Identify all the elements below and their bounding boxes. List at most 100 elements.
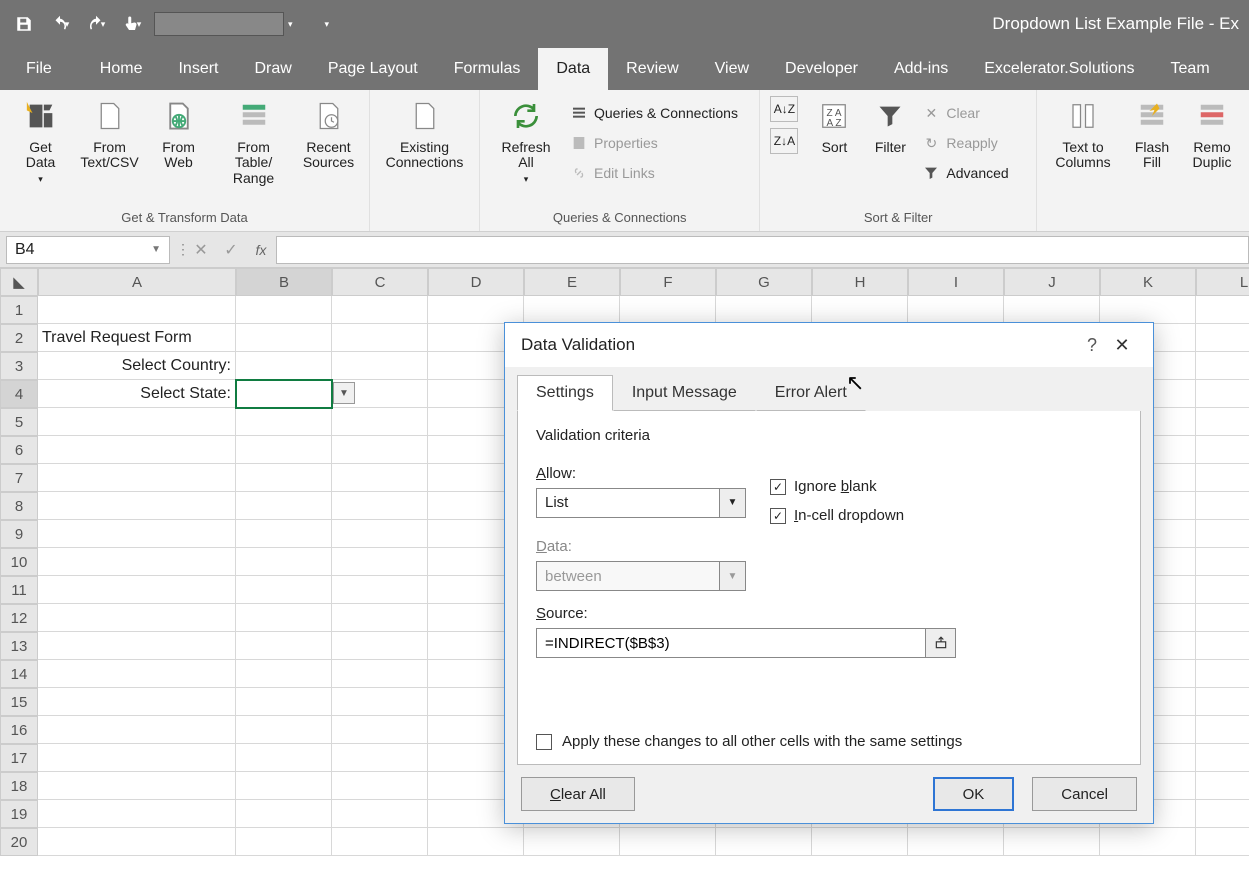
cancel-formula-icon[interactable]: ✕	[186, 240, 216, 260]
row-header-11[interactable]: 11	[0, 576, 38, 604]
properties-button[interactable]: Properties	[570, 130, 738, 156]
cell-B4-active[interactable]: ▼	[236, 380, 332, 408]
chevron-down-icon[interactable]: ▼	[151, 244, 161, 255]
cell[interactable]	[332, 744, 428, 772]
filter-button[interactable]: Filter	[866, 96, 914, 155]
cell[interactable]	[1196, 744, 1249, 772]
cell[interactable]	[236, 548, 332, 576]
row-header-19[interactable]: 19	[0, 800, 38, 828]
reapply-button[interactable]: ↻Reapply	[922, 130, 1008, 156]
cell[interactable]	[236, 632, 332, 660]
cell[interactable]	[236, 576, 332, 604]
tab-draw[interactable]: Draw	[236, 48, 309, 90]
cell[interactable]	[1196, 716, 1249, 744]
cell[interactable]	[1196, 688, 1249, 716]
tab-settings[interactable]: Settings	[517, 375, 613, 411]
tab-home[interactable]: Home	[82, 48, 161, 90]
cell[interactable]	[812, 296, 908, 324]
col-header-C[interactable]: C	[332, 268, 428, 296]
cell[interactable]	[524, 828, 620, 856]
cell[interactable]	[38, 436, 236, 464]
cell[interactable]	[332, 296, 428, 324]
existing-connections-button[interactable]: Existing Connections	[380, 96, 469, 171]
row-header-14[interactable]: 14	[0, 660, 38, 688]
cell[interactable]	[1196, 800, 1249, 828]
refresh-all-button[interactable]: Refresh All▾	[490, 96, 562, 185]
tab-developer[interactable]: Developer	[767, 48, 876, 90]
tab-input-message[interactable]: Input Message	[613, 375, 756, 411]
tab-formulas[interactable]: Formulas	[436, 48, 539, 90]
cell[interactable]	[332, 520, 428, 548]
cell[interactable]	[716, 296, 812, 324]
cell[interactable]	[908, 296, 1004, 324]
cell[interactable]	[1196, 296, 1249, 324]
cell[interactable]	[1196, 828, 1249, 856]
allow-select[interactable]: List▼	[536, 488, 746, 518]
col-header-A[interactable]: A	[38, 268, 236, 296]
qat-dropdown-caret-icon[interactable]: ▾	[288, 19, 293, 30]
tab-excelerator[interactable]: Excelerator.Solutions	[966, 48, 1152, 90]
row-header-15[interactable]: 15	[0, 688, 38, 716]
cell[interactable]	[236, 828, 332, 856]
from-table-range-button[interactable]: From Table/ Range	[217, 96, 290, 186]
cell[interactable]	[236, 436, 332, 464]
row-header-8[interactable]: 8	[0, 492, 38, 520]
cell[interactable]	[332, 548, 428, 576]
row-header-10[interactable]: 10	[0, 548, 38, 576]
cell[interactable]	[1196, 660, 1249, 688]
row-header-6[interactable]: 6	[0, 436, 38, 464]
row-header-1[interactable]: 1	[0, 296, 38, 324]
cell[interactable]	[1196, 464, 1249, 492]
cell[interactable]	[332, 436, 428, 464]
tab-error-alert[interactable]: Error Alert	[756, 375, 866, 411]
name-box[interactable]: B4▼	[6, 236, 170, 264]
cell[interactable]	[332, 324, 428, 352]
accept-formula-icon[interactable]: ✓	[216, 240, 246, 260]
tab-team[interactable]: Team	[1153, 48, 1228, 90]
col-header-H[interactable]: H	[812, 268, 908, 296]
row-header-4[interactable]: 4	[0, 380, 38, 408]
edit-links-button[interactable]: Edit Links	[570, 160, 738, 186]
col-header-K[interactable]: K	[1100, 268, 1196, 296]
cell[interactable]	[236, 324, 332, 352]
source-input[interactable]	[536, 628, 926, 658]
qat-customize-caret-icon[interactable]: ▾	[325, 19, 330, 30]
row-header-3[interactable]: 3	[0, 352, 38, 380]
cell[interactable]	[236, 604, 332, 632]
cell[interactable]	[1196, 380, 1249, 408]
formula-bar-resize-icon[interactable]: ⋮	[176, 241, 186, 258]
cell[interactable]	[236, 520, 332, 548]
col-header-I[interactable]: I	[908, 268, 1004, 296]
tab-review[interactable]: Review	[608, 48, 696, 90]
undo-icon[interactable]: ▾	[46, 10, 74, 38]
cell[interactable]	[1196, 436, 1249, 464]
tab-addins[interactable]: Add-ins	[876, 48, 966, 90]
col-header-L[interactable]: L	[1196, 268, 1249, 296]
flash-fill-button[interactable]: Flash Fill	[1127, 96, 1177, 171]
from-web-button[interactable]: From Web	[148, 96, 209, 171]
cell[interactable]	[1100, 828, 1196, 856]
cell[interactable]	[1004, 828, 1100, 856]
advanced-filter-button[interactable]: Advanced	[922, 160, 1008, 186]
chevron-down-icon[interactable]: ▼	[719, 489, 745, 517]
cell[interactable]	[716, 828, 812, 856]
cell[interactable]	[38, 576, 236, 604]
redo-icon[interactable]: ▾	[82, 10, 110, 38]
row-header-20[interactable]: 20	[0, 828, 38, 856]
cell[interactable]	[428, 296, 524, 324]
cell[interactable]	[236, 352, 332, 380]
cell[interactable]	[1196, 604, 1249, 632]
cell[interactable]	[332, 492, 428, 520]
cell[interactable]	[1196, 576, 1249, 604]
formula-input[interactable]	[276, 236, 1249, 264]
row-header-5[interactable]: 5	[0, 408, 38, 436]
cell[interactable]	[620, 828, 716, 856]
cell[interactable]	[1004, 296, 1100, 324]
recent-sources-button[interactable]: Recent Sources	[298, 96, 359, 171]
from-text-csv-button[interactable]: From Text/CSV	[79, 96, 140, 171]
ignore-blank-checkbox[interactable]: ✓Ignore blank	[770, 478, 904, 495]
cell[interactable]	[428, 828, 524, 856]
save-icon[interactable]	[10, 10, 38, 38]
cell[interactable]	[1196, 548, 1249, 576]
ok-button[interactable]: OK	[933, 777, 1015, 811]
